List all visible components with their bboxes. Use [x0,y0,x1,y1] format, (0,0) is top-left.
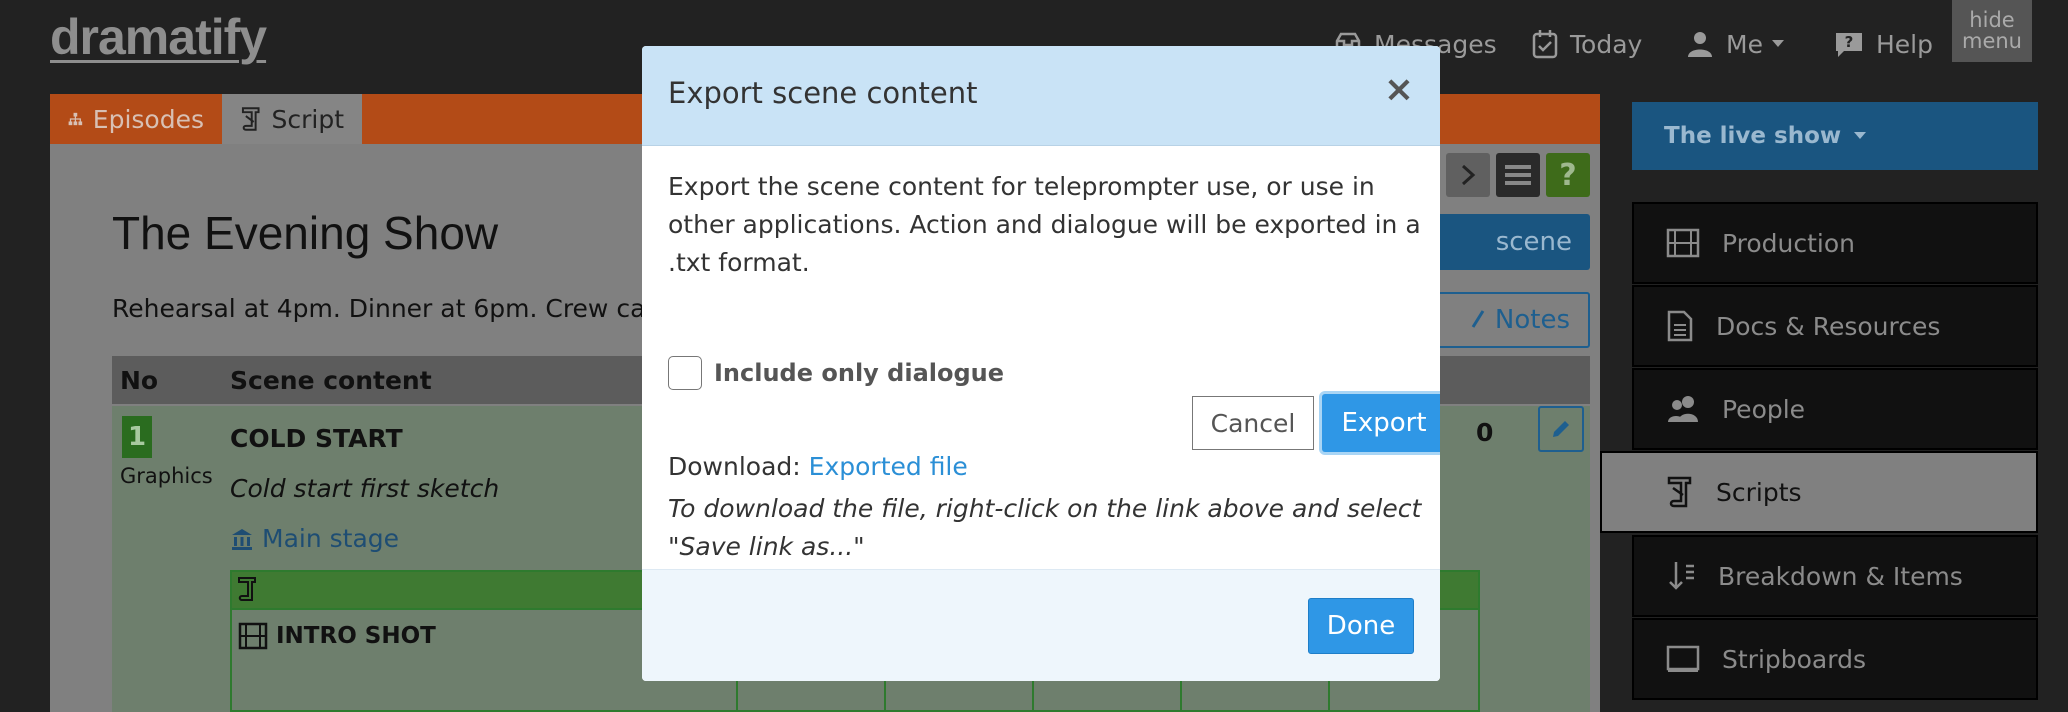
svg-text:?: ? [1845,33,1854,51]
sitemap-icon [68,112,83,126]
show-selector-label: The live show [1664,123,1842,149]
institution-icon [232,528,252,550]
list-menu-button[interactable] [1496,153,1540,197]
pencil-icon [1553,421,1569,437]
hide-menu-label-line2: menu [1962,29,2022,53]
app-logo[interactable]: dramatify [50,8,267,66]
hide-menu-label-line1: hide [1969,8,2015,32]
script-icon [241,107,260,131]
hamburger-icon [1505,165,1531,185]
export-button[interactable]: Export [1322,394,1440,452]
people-icon [1668,396,1698,422]
column-header-no: No [120,366,159,395]
nav-today-label: Today [1570,29,1643,59]
close-icon[interactable]: × [1384,70,1414,110]
scene-location-link[interactable]: Main stage [230,524,399,553]
notes-button[interactable]: Notes [1420,292,1590,348]
sidebar-item-production[interactable]: Production [1632,202,2038,284]
help-button[interactable]: ? [1546,153,1590,197]
scene-location-label: Main stage [262,524,400,553]
nav-help[interactable]: ? Help [1834,24,1933,64]
sidebar-item-label: Breakdown & Items [1718,561,1963,591]
sidebar-item-people[interactable]: People [1632,368,2038,450]
show-description: Rehearsal at 4pm. Dinner at 6pm. Crew ca… [112,294,642,323]
download-prefix: Download: [668,452,801,481]
sidebar-item-label: Production [1722,228,1856,258]
question-icon: ? [1559,157,1577,193]
modal-footer: Done [642,569,1440,681]
exported-file-link[interactable]: Exported file [809,452,968,481]
modal-description: Export the scene content for teleprompte… [668,172,1421,277]
user-icon [1688,32,1712,57]
tab-episodes[interactable]: Episodes [50,94,222,144]
scene-subtitle: Cold start first sketch [230,474,500,503]
include-dialogue-checkbox[interactable] [668,356,702,390]
sidebar-item-breakdown-items[interactable]: Breakdown & Items [1632,535,2038,617]
sidebar-item-stripboards[interactable]: Stripboards [1632,618,2038,700]
tab-episodes-label: Episodes [92,104,204,134]
document-icon [1667,310,1693,342]
next-button[interactable] [1446,153,1490,197]
column-header-scene-content: Scene content [230,366,432,395]
sidebar-item-scripts[interactable]: Scripts [1600,451,2038,533]
tab-script-label: Script [271,104,344,134]
sidebar-item-label: Stripboards [1722,644,1866,674]
page-title: The Evening Show [112,207,499,259]
modal-header: Export scene content × [642,46,1440,146]
scene-time: 0 [1476,418,1494,447]
shot-heading: INTRO SHOT [238,622,436,650]
shot-heading-label: INTRO SHOT [276,623,436,649]
edit-scene-button[interactable] [1538,406,1584,452]
nav-help-label: Help [1876,29,1933,59]
include-dialogue-label[interactable]: Include only dialogue [714,359,1004,387]
download-row: Download: Exported file [668,452,968,481]
scene-number-badge: 1 [122,416,152,458]
help-icon: ? [1836,33,1862,57]
include-dialogue-option[interactable]: Include only dialogue [668,356,1004,390]
calendar-icon [1532,30,1558,59]
show-selector-dropdown[interactable]: The live show [1632,102,2038,170]
cancel-button[interactable]: Cancel [1192,396,1314,450]
caret-down-icon [1854,132,1867,139]
breakdown-icon [1669,562,1694,590]
caret-down-icon [1771,40,1784,47]
film-icon [1666,228,1700,258]
scene-category: Graphics [120,464,213,488]
notes-label: Notes [1494,305,1570,335]
add-scene-button[interactable]: scene [1420,214,1590,270]
tab-script[interactable]: Script [222,94,362,144]
scene-heading: COLD START [230,424,403,453]
sidebar-item-label: Docs & Resources [1716,311,1941,341]
chevron-right-icon [1461,164,1476,186]
modal-title: Export scene content [668,76,978,110]
script-icon [1667,476,1692,508]
nav-me-label: Me [1726,29,1763,59]
sidebar-item-label: People [1722,394,1806,424]
nav-today[interactable]: Today [1532,24,1642,64]
script-icon [238,577,256,601]
nav-me[interactable]: Me [1686,24,1797,64]
add-scene-label: scene [1495,227,1572,257]
sidebar-item-label: Scripts [1716,477,1802,507]
pencil-icon [1471,310,1485,328]
film-icon [238,622,268,650]
sidebar-item-docs-resources[interactable]: Docs & Resources [1632,285,2038,367]
export-scene-modal: Export scene content × Export the scene … [642,46,1440,681]
download-instructions: To download the file, right-click on the… [668,494,1422,561]
modal-body: Export the scene content for teleprompte… [668,168,1440,561]
stripboard-icon [1666,645,1700,672]
done-button[interactable]: Done [1308,598,1414,654]
hide-menu-button[interactable]: hide menu [1952,0,2032,62]
